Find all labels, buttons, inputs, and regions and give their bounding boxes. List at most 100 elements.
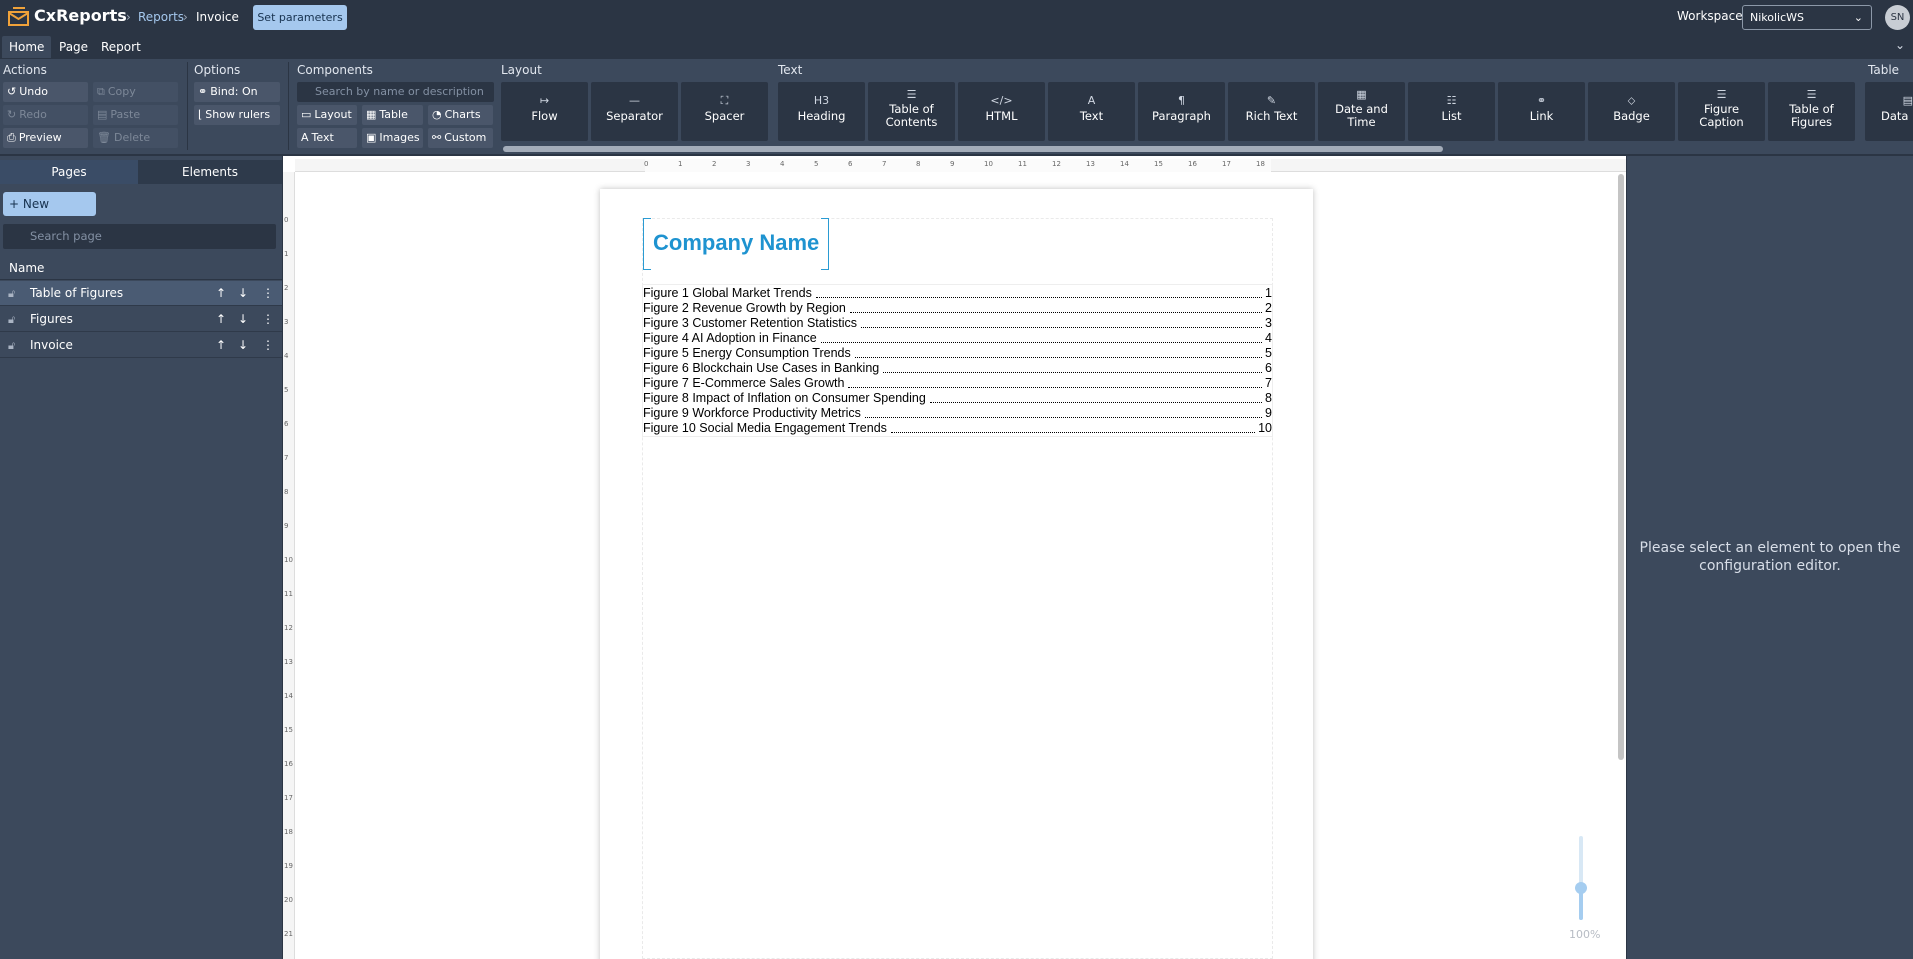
move-down-icon[interactable]: ↓ [238, 281, 248, 306]
move-down-icon[interactable]: ↓ [238, 307, 248, 332]
component-link-button[interactable]: ⚭ Link [1498, 82, 1585, 141]
list-icon: ☷ [1446, 94, 1457, 107]
redo-button[interactable]: ↻ Redo [3, 105, 88, 125]
data-icon: ▤ [1902, 94, 1913, 107]
move-up-icon[interactable]: ↑ [216, 333, 226, 358]
undo-label: Undo [19, 85, 48, 98]
custom-icon: ⚯ [432, 131, 442, 144]
company-name-heading[interactable]: Company Name [653, 230, 819, 256]
move-down-icon[interactable]: ↓ [238, 333, 248, 358]
component-flow-button[interactable]: ↦ Flow [501, 82, 588, 141]
ruler-tick-label: 17 [1222, 160, 1231, 168]
component-label: Table of Figures [1789, 102, 1834, 129]
ruler-tick-label: 4 [284, 352, 289, 360]
figure-page-number: 9 [1265, 406, 1272, 420]
unlock-icon[interactable]: 🔓︎ [8, 307, 15, 332]
canvas-vertical-scrollbar[interactable] [1618, 174, 1624, 760]
collapse-ribbon-chevron-icon[interactable]: ⌄ [1895, 38, 1905, 52]
tab-home[interactable]: Home [2, 36, 52, 58]
more-options-icon[interactable]: ⋮ [262, 307, 274, 332]
preview-button[interactable]: ⎙ Preview [3, 128, 88, 148]
ruler-tick-label: 9 [950, 160, 955, 168]
page-list-item[interactable]: 🔓︎ Invoice ↑ ↓ ⋮ [0, 333, 282, 358]
component-table-of-contents-button[interactable]: ☰ Table of Contents [868, 82, 955, 141]
component-separator-button[interactable]: — Separator [591, 82, 678, 141]
figure-title: Figure 9 Workforce Productivity Metrics [643, 406, 861, 420]
ruler-tick-label: 6 [284, 420, 289, 428]
figure-page-number: 3 [1265, 316, 1272, 330]
component-html-button[interactable]: </> HTML [958, 82, 1045, 141]
copy-label: Copy [107, 85, 136, 98]
paste-button[interactable]: ▤ Paste [93, 105, 178, 125]
breadcrumb-reports-link[interactable]: Reports [138, 9, 184, 25]
zoom-slider-handle[interactable] [1575, 882, 1587, 894]
component-spacer-button[interactable]: ⛶ Spacer [681, 82, 768, 141]
unlock-icon[interactable]: 🔓︎ [8, 281, 15, 306]
filter-images-button[interactable]: ▣ Images [362, 128, 423, 148]
filter-table-button[interactable]: ▦ Table [362, 105, 423, 125]
move-up-icon[interactable]: ↑ [216, 281, 226, 306]
figure-page-number: 1 [1265, 286, 1272, 300]
component-label: Date and Time [1335, 102, 1388, 129]
components-search-input[interactable]: Search by name or description [297, 82, 494, 102]
workspace-select[interactable]: NikolicWS ⌄ [1742, 5, 1872, 30]
component-text-button[interactable]: A Text [1048, 82, 1135, 141]
filter-custom-button[interactable]: ⚯ Custom [428, 128, 493, 148]
undo-icon: ↺ [7, 85, 17, 98]
component-badge-button[interactable]: ⬦ Badge [1588, 82, 1675, 141]
unlock-icon[interactable]: 🔓︎ [8, 333, 15, 358]
component-date-and-time-button[interactable]: ▦ Date and Time [1318, 82, 1405, 141]
bind-label: Bind: On [210, 85, 258, 98]
tab-page[interactable]: Page [52, 36, 95, 58]
filter-text-label: Text [311, 131, 334, 144]
component-paragraph-button[interactable]: ¶ Paragraph [1138, 82, 1225, 141]
page-list-item[interactable]: 🔓︎ Table of Figures ↑ ↓ ⋮ [0, 281, 282, 306]
more-options-icon[interactable]: ⋮ [262, 333, 274, 358]
actions-group-title: Actions [3, 63, 47, 77]
component-figure-caption-button[interactable]: ☰ Figure Caption [1678, 82, 1765, 141]
component-list-button[interactable]: ☷ List [1408, 82, 1495, 141]
ruler-tick-label: 8 [916, 160, 921, 168]
tab-pages[interactable]: Pages [0, 160, 138, 184]
ribbon-horizontal-scrollbar[interactable] [503, 146, 1443, 152]
filter-text-button[interactable]: A Text [297, 128, 357, 148]
set-parameters-button[interactable]: Set parameters [253, 5, 347, 30]
tab-elements[interactable]: Elements [138, 160, 282, 184]
table-icon: ▦ [366, 108, 377, 121]
new-page-button[interactable]: + New page⌄ [3, 192, 96, 235]
table-of-figures-entry: Figure 5 Energy Consumption Trends 5 [643, 346, 1272, 361]
component-label: Badge [1613, 109, 1650, 123]
component-rich-text-button[interactable]: ✎ Rich Text [1228, 82, 1315, 141]
paste-icon: ▤ [97, 108, 108, 121]
show-rulers-button[interactable]: ⌊ Show rulers [194, 105, 280, 125]
move-up-icon[interactable]: ↑ [216, 307, 226, 332]
table-group-title: Table [1868, 63, 1900, 77]
divider [0, 279, 282, 280]
copy-button[interactable]: ⧉ Copy [93, 82, 178, 102]
component-label: Paragraph [1152, 109, 1211, 123]
filter-charts-button[interactable]: ◔ Charts [428, 105, 493, 125]
page-search-input[interactable]: Search page [3, 224, 276, 249]
tab-report[interactable]: Report [94, 36, 148, 58]
component-data-button[interactable]: ▤ Data [1865, 82, 1913, 141]
figure-title: Figure 7 E-Commerce Sales Growth [643, 376, 845, 390]
ruler-tick-label: 7 [284, 454, 289, 462]
page-list-item[interactable]: 🔓︎ Figures ↑ ↓ ⋮ [0, 307, 282, 332]
html-icon: </> [990, 94, 1013, 107]
component-heading-button[interactable]: H3 Heading [778, 82, 865, 141]
ribbon-divider [187, 62, 188, 150]
component-label: HTML [985, 109, 1018, 123]
component-label: Figure Caption [1699, 102, 1744, 129]
trash-icon: 🗑 [97, 131, 111, 144]
bind-toggle-button[interactable]: ⚭ Bind: On [194, 82, 280, 102]
more-options-icon[interactable]: ⋮ [262, 281, 274, 306]
cxreports-logo-icon [8, 7, 29, 26]
user-avatar[interactable]: SN [1885, 5, 1910, 30]
delete-button[interactable]: 🗑 Delete [93, 128, 178, 148]
component-table-of-figures-button[interactable]: ☰ Table of Figures [1768, 82, 1855, 141]
table-of-figures-entry: Figure 10 Social Media Engagement Trends… [643, 421, 1272, 436]
figure-title: Figure 10 Social Media Engagement Trends [643, 421, 887, 435]
filter-layout-button[interactable]: ▭ Layout [297, 105, 357, 125]
figure-page-number: 10 [1258, 421, 1272, 435]
undo-button[interactable]: ↺ Undo [3, 82, 88, 102]
